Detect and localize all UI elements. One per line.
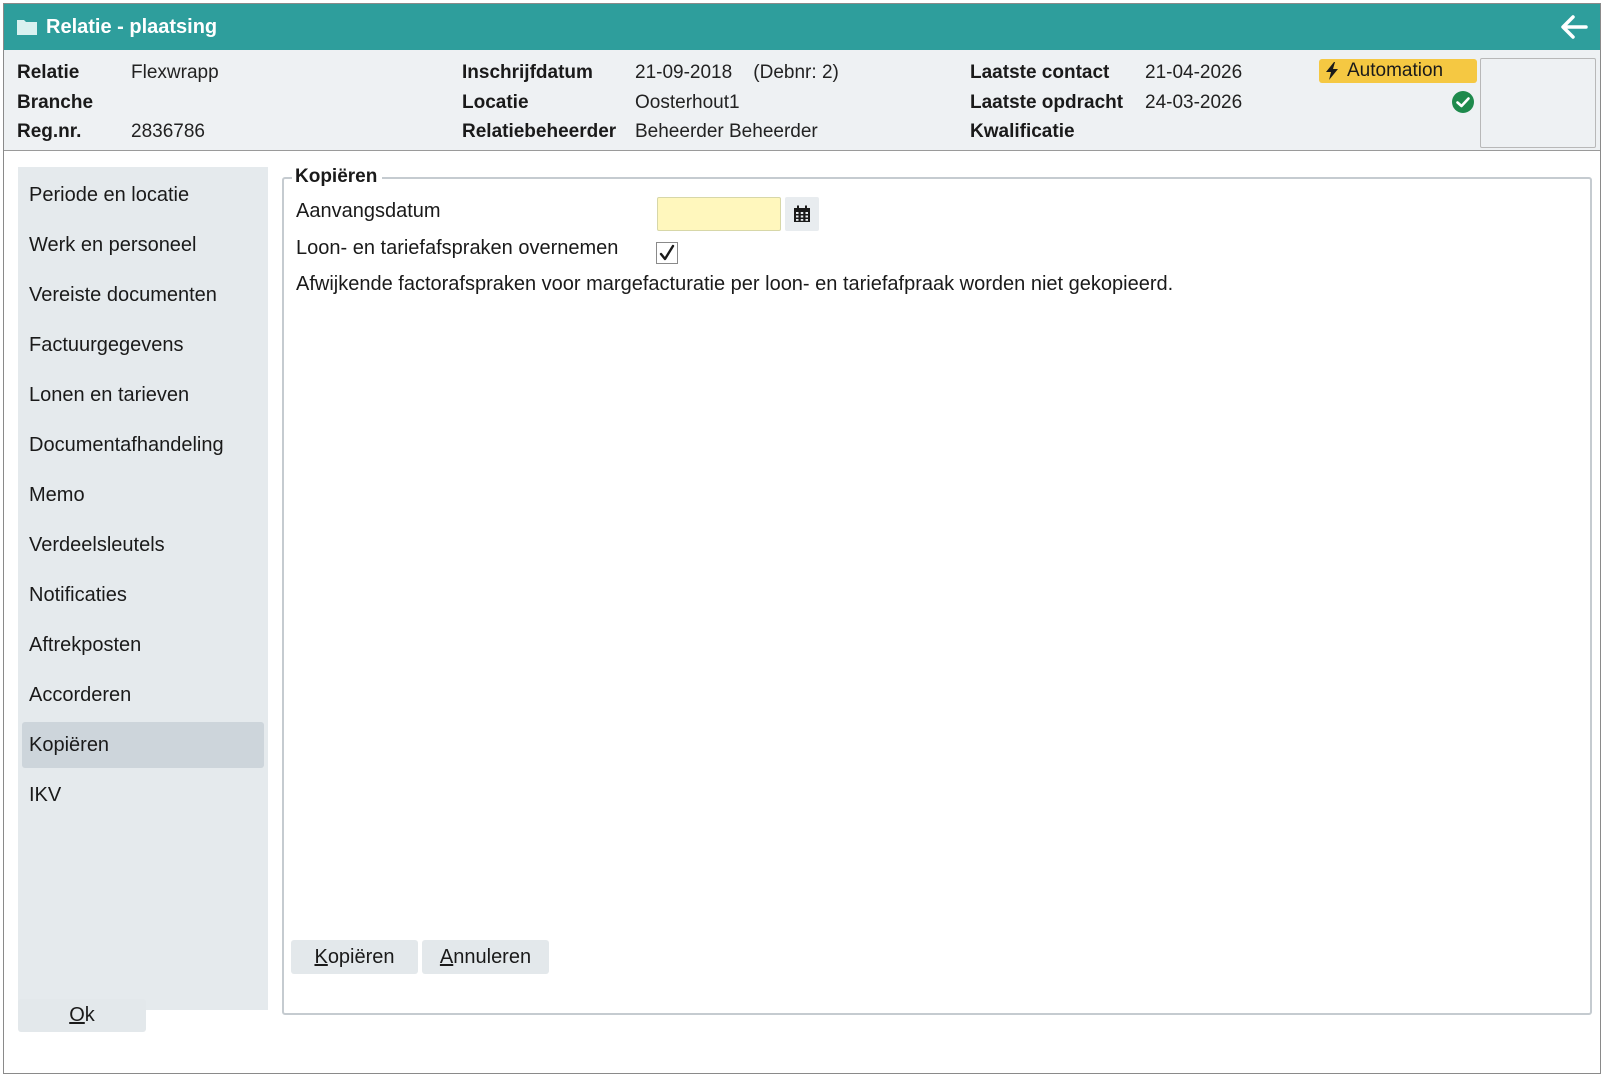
ok-button-mnemonic: O (69, 1004, 85, 1026)
last-contact-value: 21-04-2026 (1145, 62, 1243, 83)
location-value: Oosterhout1 (635, 92, 740, 113)
relation-manager-value: Beheerder Beheerder (635, 121, 818, 142)
sidebar-item-aftrekposten[interactable]: Aftrekposten (22, 622, 264, 668)
registration-date-value: 21-09-2018 (Debnr: 2) (635, 62, 839, 83)
start-date-input[interactable] (657, 197, 781, 231)
regnr-value: 2836786 (131, 121, 205, 142)
last-assignment-label: Laatste opdracht (970, 92, 1124, 113)
sidebar-item-verdeelsleutels[interactable]: Verdeelsleutels (22, 522, 264, 568)
copy-button[interactable]: Kopiëren (291, 940, 418, 974)
copy-rates-checkbox[interactable] (656, 242, 678, 264)
sidebar-item-werk-en-personeel[interactable]: Werk en personeel (22, 222, 264, 268)
relation-summary-header: Relatie Flexwrapp Branche Reg.nr. 283678… (4, 50, 1600, 151)
dialog-window: Relatie - plaatsing Relatie Flexwrapp Br… (3, 3, 1601, 1074)
ok-button-label: k (84, 1004, 95, 1026)
sidebar-item-documentafhandeling[interactable]: Documentafhandeling (22, 422, 264, 468)
sidebar-item-kopieren[interactable]: Kopiëren (22, 722, 264, 768)
sidebar-item-vereiste-documenten[interactable]: Vereiste documenten (22, 272, 264, 318)
sidebar-item-factuurgegevens[interactable]: Factuurgegevens (22, 322, 264, 368)
registration-date-label: Inschrijfdatum (462, 62, 593, 83)
date-picker-button[interactable] (785, 197, 819, 231)
sidebar-item-accorderen[interactable]: Accorderen (22, 672, 264, 718)
window-title: Relatie - plaatsing (46, 16, 218, 38)
sidebar-nav: Periode en locatie Werk en personeel Ver… (18, 167, 268, 1010)
copy-fieldset-legend: Kopiëren (292, 164, 383, 190)
start-date-label: Aanvangsdatum (296, 200, 441, 222)
sidebar-item-notificaties[interactable]: Notificaties (22, 572, 264, 618)
copy-button-mnemonic: K (314, 946, 328, 968)
branch-label: Branche (17, 92, 94, 113)
copy-button-label: opiëren (327, 946, 395, 968)
cancel-button[interactable]: Annuleren (422, 940, 549, 974)
back-arrow-icon[interactable] (1560, 14, 1588, 40)
last-assignment-value: 24-03-2026 (1145, 92, 1243, 113)
check-circle-icon (1451, 90, 1475, 114)
relation-manager-label: Relatiebeheerder (462, 121, 617, 142)
lightning-icon (1325, 62, 1339, 80)
regnr-label: Reg.nr. (17, 121, 82, 142)
sidebar-item-memo[interactable]: Memo (22, 472, 264, 518)
relation-value: Flexwrapp (131, 62, 219, 83)
location-label: Locatie (462, 92, 529, 113)
last-contact-label: Laatste contact (970, 62, 1110, 83)
cancel-button-mnemonic: A (439, 946, 454, 968)
copy-rates-label: Loon- en tariefafspraken overnemen (296, 237, 619, 259)
automation-badge[interactable]: Automation (1319, 59, 1477, 83)
sidebar-item-ikv[interactable]: IKV (22, 772, 264, 818)
sidebar-item-lonen-en-tarieven[interactable]: Lonen en tarieven (22, 372, 264, 418)
copy-info-note: Afwijkende factorafspraken voor margefac… (296, 273, 1174, 295)
relation-photo-placeholder (1480, 58, 1596, 148)
cancel-button-label: nnuleren (453, 946, 532, 968)
sidebar-item-periode-en-locatie[interactable]: Periode en locatie (22, 172, 264, 218)
relation-label: Relatie (17, 62, 80, 83)
copy-fieldset (282, 177, 1592, 1015)
folder-icon (16, 17, 38, 37)
title-bar: Relatie - plaatsing (4, 4, 1600, 50)
qualification-label: Kwalificatie (970, 121, 1075, 142)
ok-button[interactable]: Ok (18, 999, 146, 1032)
automation-label: Automation (1347, 60, 1444, 81)
